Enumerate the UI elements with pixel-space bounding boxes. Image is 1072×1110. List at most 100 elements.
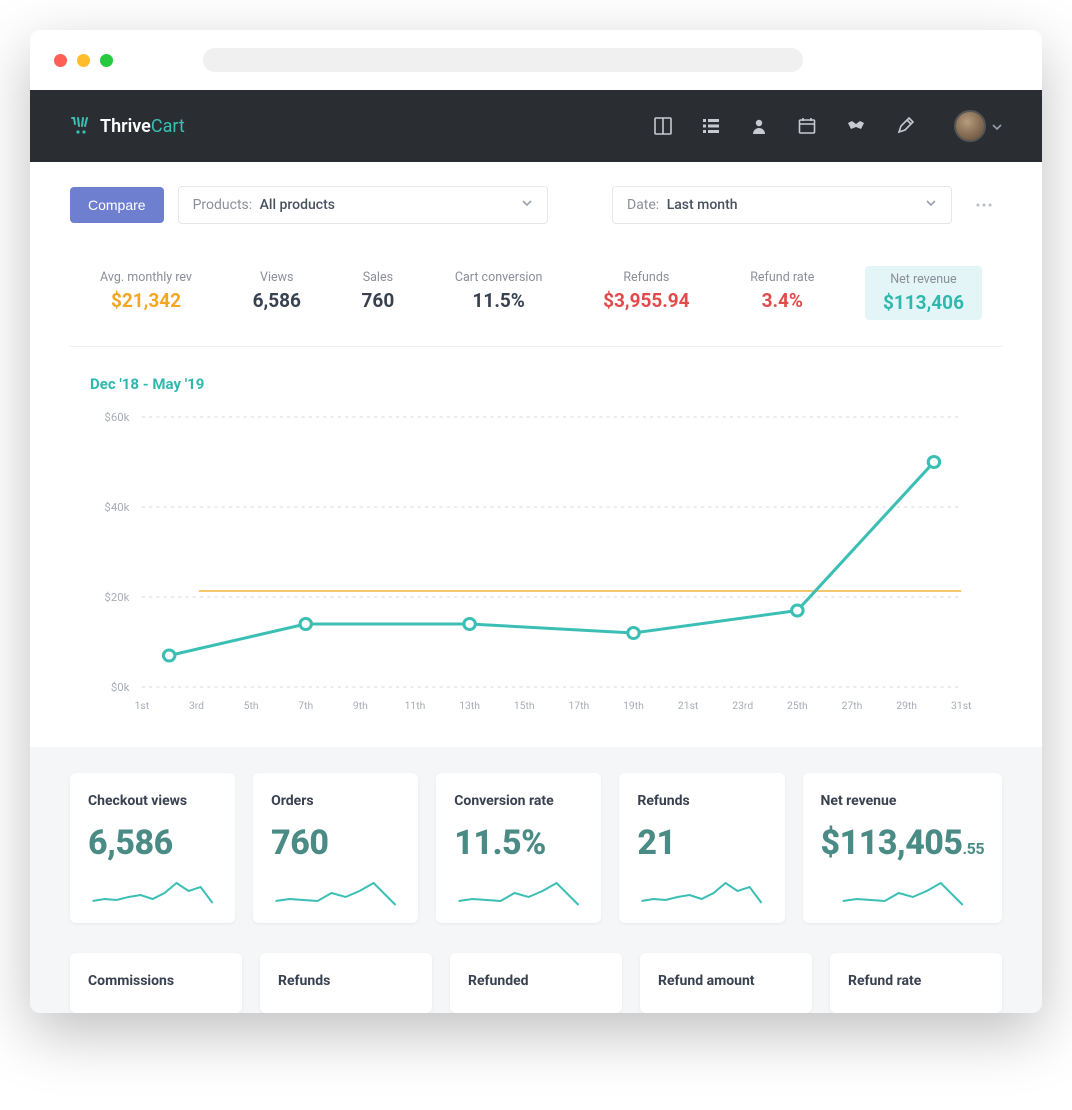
nav-icons [654,110,1002,142]
card-title: Orders [271,793,400,809]
compare-button[interactable]: Compare [70,187,164,223]
metric-avg-rev[interactable]: Avg. monthly rev $21,342 [90,266,202,320]
card-orders[interactable]: Orders 760 [253,773,418,923]
card-value: 760 [271,823,400,863]
card-conversion[interactable]: Conversion rate 11.5% [436,773,601,923]
metric-refund-rate[interactable]: Refund rate 3.4% [740,266,824,320]
date-label: Date: [627,197,659,213]
app-header: ThriveCart [30,90,1042,162]
card-refunded[interactable]: Refunded [450,953,622,1013]
card-title: Commissions [88,973,224,989]
svg-text:27th: 27th [842,701,863,712]
svg-text:21st: 21st [678,701,698,712]
user-menu[interactable] [954,110,1002,142]
card-value: 6,586 [88,823,217,863]
card-title: Refunded [468,973,604,989]
metric-value: $21,342 [100,289,192,312]
chart-area: Dec '18 - May '19 $0k $20k $40k $60k 1st 3rd 5… [70,347,1002,747]
products-label: Products: [193,197,253,213]
metric-value: $3,955.94 [603,289,690,312]
card-title: Conversion rate [454,793,583,809]
sparkline [88,873,217,913]
svg-text:$60k: $60k [104,411,129,424]
brand-name-a: Thrive [100,116,151,137]
metric-label: Cart conversion [455,270,543,285]
card-title: Refund amount [658,973,794,989]
card-value: 11.5% [454,823,583,863]
svg-text:31st: 31st [951,701,971,712]
svg-text:19th: 19th [623,701,644,712]
window-close-dot[interactable] [54,54,67,67]
card-net-revenue[interactable]: Net revenue $113,405.55 [803,773,1003,923]
card-commissions[interactable]: Commissions [70,953,242,1013]
svg-text:17th: 17th [568,701,589,712]
cards-row: Checkout views 6,586 Orders 760 Conversi… [30,747,1042,953]
card-value: 21 [637,823,766,863]
metric-label: Avg. monthly rev [100,270,192,285]
metric-sales[interactable]: Sales 760 [352,266,405,320]
sparkline [454,873,583,913]
date-dropdown[interactable]: Date: Last month [612,186,952,224]
card-refunds[interactable]: Refunds 21 [619,773,784,923]
products-value: All products [260,197,335,213]
url-bar[interactable] [203,48,803,72]
sparkline [271,873,400,913]
metric-label: Sales [362,270,395,285]
browser-chrome [30,30,1042,90]
avatar [954,110,986,142]
svg-text:$40k: $40k [104,501,129,514]
metric-net-revenue[interactable]: Net revenue $113,406 [865,266,982,320]
metric-conversion[interactable]: Cart conversion 11.5% [445,266,553,320]
edit-icon[interactable] [896,117,914,135]
products-dropdown[interactable]: Products: All products [178,186,548,224]
more-button[interactable] [966,187,1002,223]
window-minimize-dot[interactable] [77,54,90,67]
svg-text:3rd: 3rd [189,701,204,712]
calendar-icon[interactable] [798,117,816,135]
svg-text:7th: 7th [298,701,313,712]
metric-value: 11.5% [455,289,543,312]
chevron-down-icon [521,197,533,213]
svg-text:5th: 5th [244,701,259,712]
card-title: Refund rate [848,973,984,989]
metric-value: 760 [362,289,395,312]
card-checkout-views[interactable]: Checkout views 6,586 [70,773,235,923]
card-refunds-2[interactable]: Refunds [260,953,432,1013]
list-icon[interactable] [702,117,720,135]
filters-bar: Compare Products: All products Date: Las… [30,162,1042,232]
chevron-down-icon [925,197,937,213]
card-title: Refunds [278,973,414,989]
metric-refunds[interactable]: Refunds $3,955.94 [593,266,700,320]
card-value-main: $113,405 [821,823,963,863]
metric-label: Net revenue [883,272,964,287]
metric-value: 6,586 [253,289,301,312]
cart-logo-icon [70,116,92,136]
svg-text:1st: 1st [135,701,150,712]
card-title: Refunds [637,793,766,809]
svg-text:$20k: $20k [104,591,129,604]
chart-title: Dec '18 - May '19 [90,375,982,393]
metric-views[interactable]: Views 6,586 [243,266,311,320]
svg-text:23rd: 23rd [732,701,753,712]
card-title: Net revenue [821,793,985,809]
svg-text:15th: 15th [514,701,535,712]
metric-value: 3.4% [750,289,814,312]
brand-name-b: Cart [151,116,185,137]
card-refund-rate[interactable]: Refund rate [830,953,1002,1013]
sparkline [637,873,766,913]
handshake-icon[interactable] [846,117,866,135]
svg-text:$0k: $0k [111,681,130,694]
brand-text: ThriveCart [100,116,185,137]
brand: ThriveCart [70,116,185,137]
card-value: $113,405.55 [821,823,985,863]
dashboard-icon[interactable] [654,117,672,135]
user-icon[interactable] [750,117,768,135]
metric-value: $113,406 [883,291,964,314]
line-chart: $0k$20k$40k$60k1st3rd5th7th9th11th13th15… [90,407,982,717]
card-refund-amount[interactable]: Refund amount [640,953,812,1013]
window-maximize-dot[interactable] [100,54,113,67]
browser-frame: ThriveCart [30,30,1042,1013]
metric-label: Refunds [603,270,690,285]
svg-text:29th: 29th [896,701,917,712]
cards-row-2: Commissions Refunds Refunded Refund amou… [30,953,1042,1013]
